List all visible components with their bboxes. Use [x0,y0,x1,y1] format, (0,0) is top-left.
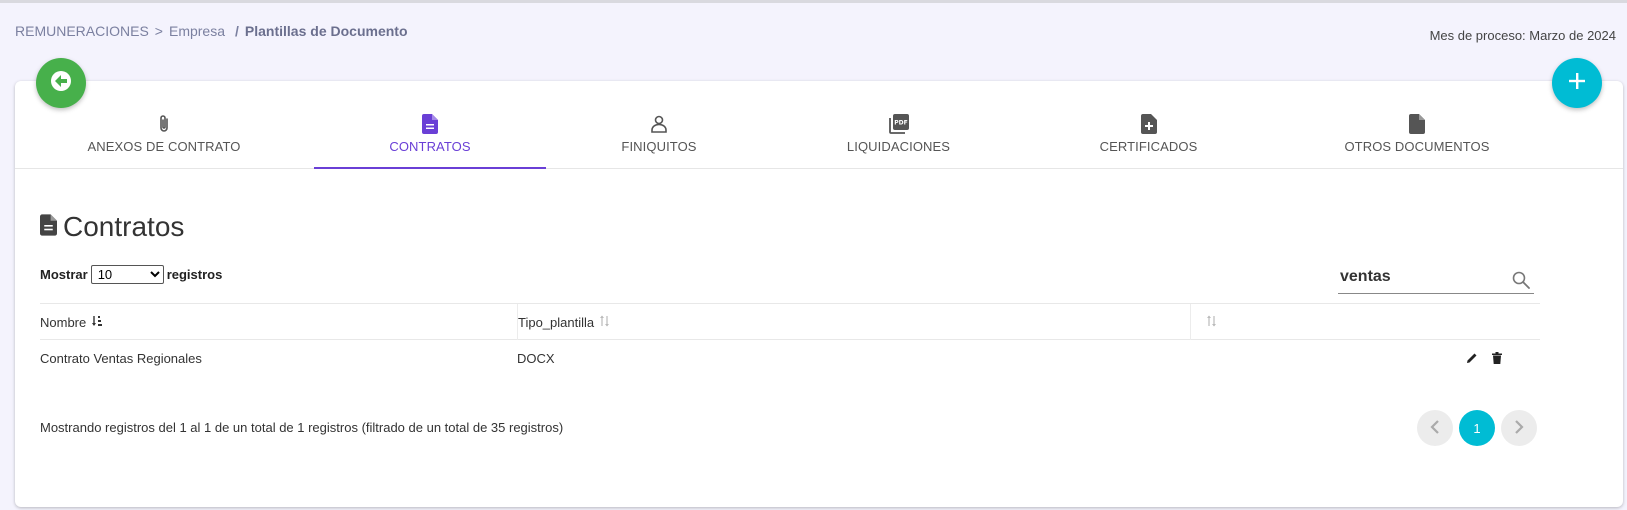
file-document-icon [419,113,441,135]
sort-icon [599,315,611,330]
page-length-control: Mostrar 10 registros [40,265,222,284]
pdf-icon: PDF [888,113,910,135]
section-title-text: Contratos [63,211,185,242]
templates-table: Nombre Tipo_plantilla Contrato Ventas Re… [40,303,1540,376]
tab-label: OTROS DOCUMENTOS [1344,139,1490,154]
file-document-icon [40,211,57,243]
arrow-left-icon [50,70,72,97]
length-suffix: registros [166,267,223,282]
breadcrumb-company[interactable]: Empresa [169,23,225,39]
breadcrumb-root[interactable]: REMUNERACIONES [15,23,149,39]
column-label: Tipo_plantilla [518,314,595,330]
sort-icon [1206,315,1218,330]
chevron-left-icon [1430,419,1440,437]
column-header-nombre[interactable]: Nombre [40,304,516,340]
tab-finiquitos[interactable]: FINIQUITOS [546,109,772,169]
tab-contratos[interactable]: CONTRATOS [314,109,546,169]
page-button-current[interactable]: 1 [1459,410,1495,446]
breadcrumb-separator: / [235,23,239,39]
next-page-button[interactable] [1501,410,1537,446]
column-header-actions[interactable] [1190,304,1540,340]
process-month: Mes de proceso: Marzo de 2024 [1429,28,1616,43]
breadcrumb-separator: > [154,23,163,39]
back-button[interactable] [36,58,86,108]
cell-tipo: DOCX [517,350,555,366]
person-icon [648,113,670,135]
tab-label: LIQUIDACIONES [846,139,951,154]
file-plus-icon [1138,113,1160,135]
sort-ascending-icon [91,315,103,330]
section-title: Contratos [40,211,184,243]
svg-text:PDF: PDF [894,120,907,127]
tab-bar: ANEXOS DE CONTRATO CONTRATOS FINIQUITOS … [15,109,1623,169]
table-header: Nombre Tipo_plantilla [40,303,1540,340]
row-actions [1466,340,1502,376]
length-prefix: Mostrar [40,267,88,282]
add-template-button[interactable] [1552,58,1602,108]
page-length-select[interactable]: 10 [90,265,164,284]
tab-anexos-de-contrato[interactable]: ANEXOS DE CONTRATO [15,109,313,169]
table-info: Mostrando registros del 1 al 1 de un tot… [40,420,564,435]
column-header-tipo[interactable]: Tipo_plantilla [517,304,1190,340]
tab-label: CONTRATOS [389,139,471,154]
search-input[interactable] [1340,268,1500,286]
trash-icon[interactable] [1492,352,1502,364]
pagination: 1 [1417,410,1537,446]
search-icon[interactable] [1512,271,1530,294]
tab-otros-documentos[interactable]: OTROS DOCUMENTOS [1272,109,1562,169]
search-box [1338,264,1534,294]
breadcrumb: REMUNERACIONES > Empresa / Plantillas de… [15,23,408,39]
tab-label: FINIQUITOS [621,139,697,154]
top-border [0,0,1627,3]
table-row: Contrato Ventas Regionales DOCX [40,340,1540,376]
main-card: ANEXOS DE CONTRATO CONTRATOS FINIQUITOS … [15,81,1623,507]
column-label: Nombre [40,314,87,330]
paperclip-icon [153,113,175,135]
previous-page-button[interactable] [1417,410,1453,446]
tab-liquidaciones[interactable]: PDF LIQUIDACIONES [772,109,1025,169]
pencil-icon[interactable] [1466,352,1478,364]
tab-certificados[interactable]: CERTIFICADOS [1025,109,1272,169]
tab-label: ANEXOS DE CONTRATO [87,139,241,154]
tab-label: CERTIFICADOS [1099,139,1198,154]
breadcrumb-current: Plantillas de Documento [244,23,408,39]
cell-nombre: Contrato Ventas Regionales [40,350,202,366]
file-icon [1406,113,1428,135]
chevron-right-icon [1514,419,1524,437]
plus-icon [1568,72,1586,95]
